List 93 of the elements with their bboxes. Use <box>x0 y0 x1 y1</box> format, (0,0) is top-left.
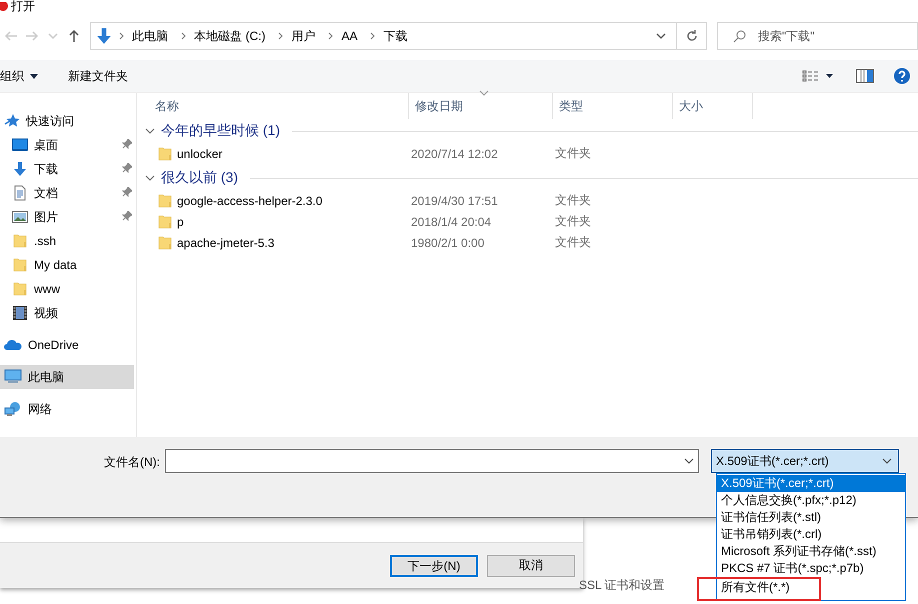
folder-icon <box>157 234 173 250</box>
dropdown-option[interactable]: 个人信息交换(*.pfx;*.p12) <box>717 492 905 509</box>
folder-icon <box>157 146 173 162</box>
dropdown-option[interactable]: Microsoft 系列证书存储(*.sst) <box>717 543 905 560</box>
desktop-icon <box>12 137 28 153</box>
refresh-icon[interactable] <box>684 29 699 43</box>
table-cell-text: 2019/4/30 17:51 <box>410 194 499 208</box>
sidebar-item[interactable]: 快速访问 <box>0 109 136 133</box>
dropdown-option[interactable]: 证书信任列表(*.stl) <box>717 509 905 526</box>
sort-indicator-icon <box>479 90 489 96</box>
file-name[interactable]: google-access-helper-2.3.0 <box>177 194 322 208</box>
caret-icon <box>684 458 694 464</box>
sidebar-item[interactable]: .ssh <box>0 229 136 253</box>
computer-icon <box>4 369 22 385</box>
chevron-right-icon <box>119 32 126 40</box>
chevron-right-icon <box>370 32 376 40</box>
sidebar-item[interactable]: My data <box>0 253 136 277</box>
column-header[interactable]: 修改日期 <box>409 93 553 119</box>
chevron-right-icon <box>328 32 334 40</box>
section-label: SSL 证书和设置 <box>579 577 665 594</box>
table-cell: 文件夹 <box>555 145 591 162</box>
column-header[interactable]: 类型 <box>553 93 673 119</box>
caret-icon <box>882 458 892 464</box>
search-field[interactable]: 搜索"下载" <box>716 22 918 50</box>
next-button[interactable]: 下一步(N) <box>390 554 478 576</box>
breadcrumb-item[interactable]: 用户 <box>284 28 322 44</box>
breadcrumb-item[interactable]: 本地磁盘 (C:) <box>187 28 272 44</box>
column-header[interactable]: 名称 <box>137 93 409 119</box>
sidebar-item[interactable]: 图片 <box>0 205 136 229</box>
sidebar-item[interactable]: www <box>0 277 136 301</box>
table-cell-text: 2018/1/4 20:04 <box>410 214 492 228</box>
sidebar-item[interactable]: 下载 <box>0 157 136 181</box>
table-cell-text: 1980/2/1 0:00 <box>410 236 486 250</box>
pin-icon[interactable] <box>122 187 132 197</box>
film-icon <box>12 305 28 321</box>
caret-icon <box>30 74 38 78</box>
breadcrumb-item[interactable]: AA <box>334 29 364 43</box>
sidebar-item[interactable]: 文档 <box>0 181 136 205</box>
app-icon <box>0 2 8 12</box>
chevron-right-icon <box>181 32 188 40</box>
chevron-down-icon[interactable] <box>656 32 666 40</box>
sidebar-item[interactable]: 视频 <box>0 301 136 325</box>
preview-pane-icon[interactable] <box>856 69 874 83</box>
sidebar-item[interactable]: 此电脑 <box>0 365 134 389</box>
organize-button[interactable]: 组织 <box>0 68 38 84</box>
chevron-right-icon <box>278 32 284 40</box>
folder-icon <box>157 214 173 230</box>
pin-icon[interactable] <box>122 211 132 221</box>
folder-icon <box>12 233 28 249</box>
network-icon <box>4 401 22 417</box>
caret-icon <box>145 173 155 183</box>
sidebar-item[interactable]: 桌面 <box>0 133 136 157</box>
search-icon <box>732 29 747 43</box>
group-header[interactable]: 今年的早些时候 (1) <box>137 119 918 143</box>
help-icon[interactable] <box>894 68 910 84</box>
dropdown-option[interactable]: X.509证书(*.cer;*.crt) <box>717 475 905 492</box>
view-options-icon[interactable] <box>802 70 834 82</box>
address-bar[interactable]: 此电脑 本地磁盘 (C:) 用户 AA 下载 <box>90 22 678 50</box>
dropdown-option[interactable]: PKCS #7 证书(*.spc;*.p7b) <box>717 560 905 577</box>
breadcrumb-item[interactable]: 下载 <box>376 28 414 44</box>
file-name[interactable]: unlocker <box>177 146 222 160</box>
pin-icon[interactable] <box>122 163 132 173</box>
caret-icon <box>145 126 155 136</box>
window-title: 打开 <box>11 0 35 12</box>
download-icon <box>12 161 28 177</box>
table-cell: 文件夹 <box>555 234 591 251</box>
dropdown-option[interactable]: 所有文件(*.*) <box>699 579 819 599</box>
new-folder-button[interactable]: 新建文件夹 <box>68 68 128 84</box>
group-header[interactable]: 很久以前 (3) <box>137 166 918 190</box>
folder-icon <box>157 192 173 208</box>
download-icon <box>95 27 114 45</box>
document-icon <box>12 185 28 201</box>
table-cell: 文件夹 <box>555 213 591 230</box>
dropdown-option[interactable]: 证书吊销列表(*.crl) <box>717 526 905 543</box>
file-type-dropdown[interactable]: X.509证书(*.cer;*.crt) <box>711 449 899 473</box>
table-cell-text: 2020/7/14 12:02 <box>410 146 499 160</box>
sidebar-item[interactable]: OneDrive <box>0 333 136 357</box>
filename-label: 文件名(N): <box>103 454 161 471</box>
file-name[interactable]: p <box>177 214 184 228</box>
breadcrumb-item[interactable]: 此电脑 <box>125 28 176 44</box>
pin-icon[interactable] <box>122 139 132 149</box>
column-header[interactable]: 大小 <box>673 93 753 119</box>
file-name[interactable]: apache-jmeter-5.3 <box>177 236 274 250</box>
folder-icon <box>12 257 28 273</box>
cloud-icon <box>4 337 22 353</box>
filename-field[interactable] <box>165 449 699 473</box>
star-icon <box>4 113 20 129</box>
table-cell: 文件夹 <box>555 192 591 209</box>
up-arrow-icon[interactable] <box>66 29 81 43</box>
folder-icon <box>12 281 28 297</box>
pictures-icon <box>12 209 28 225</box>
cancel-button[interactable]: 取消 <box>487 554 575 576</box>
sidebar-item[interactable]: 网络 <box>0 397 136 421</box>
